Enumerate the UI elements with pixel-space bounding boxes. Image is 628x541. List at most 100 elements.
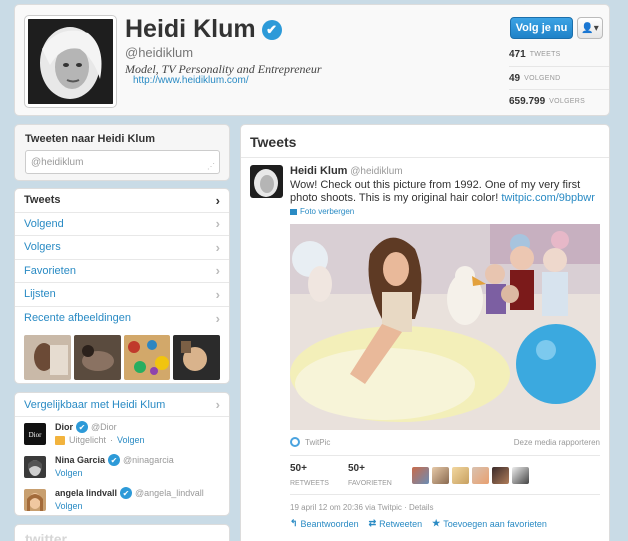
tweets-stream: Tweets Heidi Klum @heidiklum Wow! Check … xyxy=(240,124,610,541)
similar-user-name[interactable]: Dior xyxy=(55,422,73,432)
tweets-heading: Tweets xyxy=(241,125,609,158)
tweet-author-name[interactable]: Heidi Klum xyxy=(290,165,347,177)
hide-photo-link[interactable]: Foto verbergen xyxy=(290,207,354,216)
nav-item-followers[interactable]: Volgers › xyxy=(15,236,229,260)
recent-image-thumb[interactable] xyxy=(123,335,171,380)
similar-user: Nina Garcia ✔ @ninagarcia Volgen xyxy=(15,454,229,483)
similar-user-name[interactable]: angela lindvall xyxy=(55,488,117,498)
photo-icon xyxy=(290,208,297,215)
tweet-photo[interactable] xyxy=(290,224,600,430)
media-source[interactable]: TwitPic xyxy=(290,437,330,447)
tweet-to-card: Tweeten naar Heidi Klum @heidiklum ⋰ xyxy=(14,124,230,181)
profile-nav: Tweets › Volgend › Volgers › Favorieten … xyxy=(14,188,230,384)
similar-users-header[interactable]: Vergelijkbaar met Heidi Klum › xyxy=(15,393,229,417)
reply-label: Beantwoorden xyxy=(300,518,359,529)
chevron-right-icon: › xyxy=(215,286,220,302)
nav-item-lists[interactable]: Lijsten › xyxy=(15,283,229,307)
similar-user-avatar[interactable] xyxy=(24,456,46,478)
favorite-label: Toevoegen aan favorieten xyxy=(443,518,547,529)
footer-card: twitter xyxy=(14,524,230,541)
favorite-count-value: 50+ xyxy=(348,462,365,474)
media-row: TwitPic Deze media rapporteren xyxy=(290,437,600,447)
favoriter-avatar[interactable] xyxy=(432,466,449,484)
follow-button[interactable]: Volg je nu xyxy=(510,17,573,39)
tweet-header: Heidi Klum @heidiklum xyxy=(290,165,403,177)
nav-item-favorites[interactable]: Favorieten › xyxy=(15,260,229,283)
profile-url[interactable]: http://www.heidiklum.com/ xyxy=(133,75,249,86)
recent-image-thumb[interactable] xyxy=(24,335,71,380)
tweet-author-avatar[interactable] xyxy=(250,165,283,198)
stat-label: TWEETS xyxy=(529,51,561,58)
stat-label: VOLGERS xyxy=(549,97,586,105)
stat-value: 471 xyxy=(509,49,526,60)
tweet-engagement: 50+ RETWEETS 50+ FAVORIETEN xyxy=(290,455,600,495)
stat-followers[interactable]: 659.799 VOLGERS xyxy=(509,89,609,112)
svg-text:Dior: Dior xyxy=(29,431,43,439)
similar-user-avatar[interactable] xyxy=(24,489,46,511)
profile-handle: @heidiklum xyxy=(125,45,194,60)
separator: · xyxy=(110,435,114,445)
nav-item-recent-images[interactable]: Recente afbeeldingen › xyxy=(15,307,229,331)
similar-user-handle: @Dior xyxy=(91,422,117,432)
retweet-button[interactable]: ⇄ Retweeten xyxy=(369,518,423,529)
twitter-logo: twitter xyxy=(25,531,67,541)
nav-item-label: Volgers xyxy=(24,241,61,254)
recent-images xyxy=(15,330,229,383)
similar-users-title: Vergelijkbaar met Heidi Klum xyxy=(24,398,166,411)
recent-image-thumb[interactable] xyxy=(173,335,220,380)
tweet-actions: ↰ Beantwoorden ⇄ Retweeten ★ Toevoegen a… xyxy=(290,518,547,529)
twitpic-icon xyxy=(290,437,300,447)
user-dropdown-button[interactable]: 👤▾ xyxy=(577,17,603,39)
verified-badge-icon: ✔ xyxy=(108,454,121,466)
profile-stats: 471 TWEETS 49 VOLGEND 659.799 VOLGERS xyxy=(509,43,609,112)
user-dropdown-icon: 👤▾ xyxy=(581,22,599,34)
chevron-right-icon: › xyxy=(215,192,220,208)
follow-link[interactable]: Volgen xyxy=(55,501,83,511)
nav-item-label: Lijsten xyxy=(24,288,56,301)
favoriter-avatar[interactable] xyxy=(492,466,509,484)
similar-user-handle: @ninagarcia xyxy=(123,455,174,465)
nav-item-label: Volgend xyxy=(24,217,64,230)
chevron-right-icon: › xyxy=(215,239,220,255)
follow-link[interactable]: Volgen xyxy=(117,435,145,445)
favoriter-avatar[interactable] xyxy=(412,466,429,484)
tweet-author-handle[interactable]: @heidiklum xyxy=(350,166,402,177)
retweet-count-label: RETWEETS xyxy=(290,479,329,487)
verified-badge-icon: ✔ xyxy=(261,19,282,40)
nav-item-tweets[interactable]: Tweets › xyxy=(15,189,229,213)
favoriter-avatar[interactable] xyxy=(452,466,469,484)
follow-link[interactable]: Volgen xyxy=(55,468,83,478)
verified-badge-icon: ✔ xyxy=(76,421,88,433)
report-media-link[interactable]: Deze media rapporteren xyxy=(514,438,600,447)
retweet-count[interactable]: 50+ RETWEETS xyxy=(290,463,348,488)
retweet-icon: ⇄ xyxy=(368,518,377,528)
similar-user-avatar[interactable]: Dior xyxy=(24,423,46,445)
similar-user-status: Uitgelicht xyxy=(69,435,107,445)
chevron-right-icon: › xyxy=(215,310,220,326)
tweet-to-input[interactable]: @heidiklum ⋰ xyxy=(25,150,220,174)
chevron-right-icon: › xyxy=(215,263,220,279)
stat-tweets[interactable]: 471 TWEETS xyxy=(509,43,609,66)
tweet-link[interactable]: twitpic.com/9bpbwr xyxy=(501,192,595,204)
tweet-text: Wow! Check out this picture from 1992. O… xyxy=(290,179,602,205)
tweet-meta[interactable]: 19 april 12 om 20:36 via Twitpic · Detai… xyxy=(290,503,433,512)
featured-icon xyxy=(55,435,65,445)
resize-grip-icon: ⋰ xyxy=(207,162,215,171)
favorite-button[interactable]: ★ Toevoegen aan favorieten xyxy=(432,518,547,529)
reply-button[interactable]: ↰ Beantwoorden xyxy=(290,518,359,529)
profile-avatar[interactable] xyxy=(25,16,116,107)
favoriter-avatar[interactable] xyxy=(512,466,529,484)
nav-item-following[interactable]: Volgend › xyxy=(15,213,229,236)
profile-name-text: Heidi Klum xyxy=(125,15,256,43)
similar-user-name[interactable]: Nina Garcia xyxy=(55,455,105,465)
favoriter-avatar[interactable] xyxy=(472,466,489,484)
retweet-label: Retweeten xyxy=(379,518,423,529)
similar-user: Dior Dior ✔ @Dior Uitgelicht · Volgen xyxy=(15,421,229,450)
stat-following[interactable]: 49 VOLGEND xyxy=(509,66,609,89)
profile-name: Heidi Klum ✔ xyxy=(125,15,282,44)
chevron-right-icon: › xyxy=(215,397,220,412)
star-icon: ★ xyxy=(432,518,441,528)
nav-item-label: Recente afbeeldingen xyxy=(24,312,132,325)
recent-image-thumb[interactable] xyxy=(73,335,121,380)
favorite-count[interactable]: 50+ FAVORIETEN xyxy=(348,463,406,488)
